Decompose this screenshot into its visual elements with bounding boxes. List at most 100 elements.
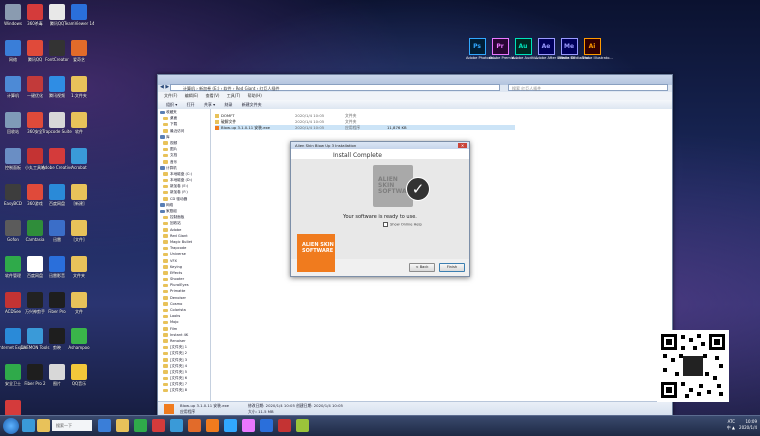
- taskbar-app-icon[interactable]: [206, 419, 219, 432]
- app-icon: [27, 148, 43, 164]
- taskbar-app-icon[interactable]: [170, 419, 183, 432]
- taskbar-search[interactable]: 搜索一下: [52, 420, 92, 431]
- open-button[interactable]: 打开: [187, 102, 195, 107]
- clock-date: 2020/1/4: [739, 425, 757, 430]
- share-button[interactable]: 共享 ▾: [204, 102, 215, 107]
- app-icon: [71, 148, 87, 164]
- desktop-icon[interactable]: 文件: [64, 292, 94, 314]
- app-icon: [5, 76, 21, 92]
- desktop-icon[interactable]: Ashampoo: [64, 328, 94, 350]
- adobe-ae-icon[interactable]: Ae Adobe After Effects CC: [535, 38, 576, 60]
- app-icon: [49, 40, 65, 56]
- menu-bar: 文件(F) 编辑(E) 查看(V) 工具(T) 帮助(H): [158, 92, 672, 100]
- desktop-icon[interactable]: 爱奇艺: [64, 40, 94, 62]
- nav-buttons[interactable]: ◀ ▶: [160, 84, 169, 90]
- desktop-icon-label: Acrobat: [71, 165, 87, 170]
- taskbar-app-icon[interactable]: [134, 419, 147, 432]
- app-icon: [5, 148, 21, 164]
- new-folder-button[interactable]: 新建文件夹: [242, 102, 262, 107]
- checkbox-label: Show Online Help: [390, 222, 422, 227]
- address-bar[interactable]: 计算机 › 新加卷 (E:) › 软件 › Red Giant › 红巨人插件: [170, 84, 500, 91]
- desktop-icon[interactable]: [文件]: [64, 220, 94, 242]
- adobe-pr-icon[interactable]: Pr Adobe Premie...: [489, 38, 517, 60]
- app-icon: [5, 364, 21, 380]
- folder-icon[interactable]: [37, 419, 50, 432]
- taskbar-app-icon[interactable]: [22, 419, 35, 432]
- file-row-selected[interactable]: Blow-up 3.1.0.11 安装.exe 2020/1/4 10:05 应用程…: [215, 125, 515, 130]
- taskbar-app-icon[interactable]: [278, 419, 291, 432]
- adobe-icon-label: Adobe Illustrato...: [581, 56, 613, 60]
- finish-button[interactable]: Finish: [439, 263, 465, 272]
- dialog-title[interactable]: Alien Skin Blow Up 3 Installation: [291, 142, 469, 149]
- desktop-icon[interactable]: TeamViewer 14: [64, 4, 94, 26]
- checkbox-icon[interactable]: [383, 222, 388, 227]
- exe-icon: [164, 404, 174, 414]
- nav-item[interactable]: [文件夹] 8: [158, 387, 210, 393]
- adobe-icon-label: Adobe Media Enc...: [558, 56, 593, 60]
- adobe-au-icon[interactable]: Au Adobe Auditi...: [512, 38, 538, 60]
- menu-tools[interactable]: 工具(T): [227, 93, 241, 98]
- system-tray[interactable]: ATC 中 ▲: [727, 419, 735, 431]
- app-icon: [27, 40, 43, 56]
- menu-view[interactable]: 查看(V): [206, 93, 220, 98]
- close-icon[interactable]: ✕: [458, 143, 467, 148]
- taskbar-app-icon[interactable]: [152, 419, 165, 432]
- app-icon: [27, 184, 43, 200]
- app-icon: [5, 400, 21, 416]
- desktop-icon-label: 软件: [75, 129, 83, 134]
- taskbar-app-icon[interactable]: [296, 419, 309, 432]
- desktop-icon[interactable]: QQ音乐: [64, 364, 94, 386]
- app-icon: [27, 112, 43, 128]
- taskbar-app-icon[interactable]: [116, 419, 129, 432]
- adobe-me-icon[interactable]: Me Adobe Media Enc...: [558, 38, 593, 60]
- ready-message: Your software is ready to use.: [343, 214, 417, 220]
- app-icon: [5, 328, 21, 344]
- back-button[interactable]: < Back: [409, 263, 435, 272]
- app-icon: [5, 256, 21, 272]
- app-icon: [5, 292, 21, 308]
- folder-icon: [215, 120, 219, 124]
- app-icon: [5, 184, 21, 200]
- app-icon: [27, 76, 43, 92]
- search-input[interactable]: 搜索 红巨人插件: [508, 84, 668, 91]
- organize-button[interactable]: 组织 ▾: [166, 102, 177, 107]
- clock[interactable]: 10:09 2020/1/4: [739, 419, 757, 431]
- menu-edit[interactable]: 编辑(E): [185, 93, 199, 98]
- app-icon: [71, 4, 87, 20]
- app-icon: [27, 328, 43, 344]
- app-icon: [71, 112, 87, 128]
- dialog-header: Install Complete: [291, 149, 469, 159]
- desktop-icon-label: [文件]: [73, 237, 85, 242]
- file-row[interactable]: DOMFT 2020/1/4 10:05 文件夹: [215, 113, 515, 118]
- desktop-icon[interactable]: 1.文件夹: [64, 76, 94, 98]
- app-icon: [5, 220, 21, 236]
- burn-button[interactable]: 刻录: [224, 102, 232, 107]
- taskbar-app-icon[interactable]: [260, 419, 273, 432]
- taskbar-app-icon[interactable]: [98, 419, 111, 432]
- app-icon: [49, 112, 65, 128]
- adobe-ps-icon[interactable]: Ps Adobe Photosh...: [466, 38, 496, 60]
- app-icon: [5, 40, 21, 56]
- taskbar: 搜索一下 ATC 中 ▲ 10:09 2020/1/4: [0, 415, 760, 436]
- adobe-app-icon: Ae: [537, 38, 555, 55]
- menu-file[interactable]: 文件(F): [164, 93, 177, 98]
- menu-help[interactable]: 帮助(H): [248, 93, 262, 98]
- desktop-icon[interactable]: [新建]: [64, 184, 94, 206]
- start-button[interactable]: [3, 418, 19, 434]
- desktop-icon-label: 文件: [75, 309, 83, 314]
- desktop-icon-label: 1.文件夹: [71, 93, 87, 98]
- adobe-ai-icon[interactable]: Ai Adobe Illustrato...: [581, 38, 613, 60]
- desktop-icon[interactable]: 文件夹: [64, 256, 94, 278]
- desktop-icon[interactable]: Acrobat: [64, 148, 94, 170]
- taskbar-app-icon[interactable]: [224, 419, 237, 432]
- taskbar-app-icon[interactable]: [242, 419, 255, 432]
- file-row[interactable]: 破解文件 2020/1/4 10:05 文件夹: [215, 119, 515, 124]
- online-help-checkbox[interactable]: Show Online Help: [383, 222, 422, 227]
- desktop-icon[interactable]: 软件: [64, 112, 94, 134]
- tray-line2: 中 ▲: [726, 425, 735, 430]
- desktop-icon-label: 爱奇艺: [73, 57, 85, 62]
- details-pane: Blow-up 3.1.0.11 安装.exe 应用程序 修改日期: 2020/…: [158, 401, 672, 416]
- taskbar-app-icon[interactable]: [188, 419, 201, 432]
- adobe-app-icon: Au: [514, 38, 532, 55]
- navigation-pane: 收藏夹 桌面 下载 最近访问库视频 图片 文档 音乐 计算机 本地磁盘 (C:) 本地磁盘 (D:…: [158, 109, 211, 401]
